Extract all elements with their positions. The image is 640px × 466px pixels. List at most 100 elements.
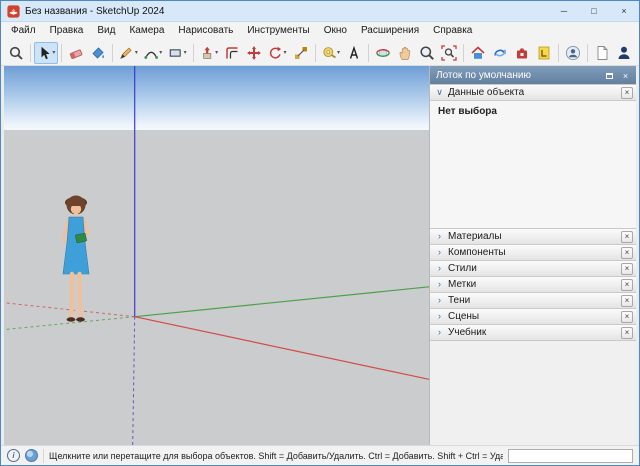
shapes-tool-button[interactable]: ▾ [165, 42, 189, 64]
dropdown-caret-icon[interactable]: ▾ [284, 50, 287, 56]
share-model-icon [492, 45, 508, 61]
text-tool-button[interactable] [343, 42, 365, 64]
menu-item-draw[interactable]: Нарисовать [171, 22, 240, 40]
section-close-button[interactable]: × [621, 263, 633, 275]
menu-item-view[interactable]: Вид [90, 22, 122, 40]
rectangle-icon [168, 45, 182, 61]
section-close-button[interactable]: × [621, 231, 633, 243]
line-tool-button[interactable]: ▾ [116, 42, 140, 64]
toolbar-separator [368, 44, 369, 62]
search-tool-button[interactable] [5, 42, 27, 64]
orbit-tool-button[interactable] [372, 42, 394, 64]
toolbar-separator [463, 44, 464, 62]
scale-figure-person[interactable] [52, 194, 100, 334]
tape-measure-tool-button[interactable]: ▾ [319, 42, 343, 64]
pan-tool-button[interactable] [394, 42, 416, 64]
rotate-tool-button[interactable]: ▾ [265, 42, 289, 64]
info-icon[interactable]: i [7, 449, 20, 462]
modeling-viewport[interactable] [4, 66, 429, 445]
section-header-instructor[interactable]: › Учебник × [430, 324, 636, 341]
section-label: Компоненты [448, 247, 617, 258]
tray-dock-button[interactable] [602, 68, 617, 83]
geolocation-icon[interactable] [25, 449, 38, 462]
3d-warehouse-icon [470, 45, 486, 61]
scale-tool-button[interactable] [290, 42, 312, 64]
chevron-right-icon[interactable]: › [435, 280, 444, 289]
blue-axis-dotted [133, 317, 135, 445]
section-close-button[interactable]: × [621, 247, 633, 259]
menu-item-tools[interactable]: Инструменты [240, 22, 316, 40]
chevron-right-icon[interactable]: › [435, 296, 444, 305]
chevron-right-icon[interactable]: › [435, 328, 444, 337]
dropdown-caret-icon[interactable]: ▾ [52, 50, 55, 56]
section-header-tags[interactable]: › Метки × [430, 276, 636, 293]
section-header-materials[interactable]: › Материалы × [430, 228, 636, 245]
eraser-tool-button[interactable] [65, 42, 87, 64]
section-close-button[interactable]: × [621, 311, 633, 323]
new-document-icon [594, 45, 610, 61]
section-close-button[interactable]: × [621, 279, 633, 291]
scale-icon [293, 45, 309, 61]
menu-item-edit[interactable]: Правка [43, 22, 91, 40]
section-label: Метки [448, 279, 617, 290]
dropdown-caret-icon[interactable]: ▾ [159, 50, 162, 56]
default-tray: Лоток по умолчанию × ∨ Данные объекта × … [429, 66, 636, 445]
section-header-styles[interactable]: › Стили × [430, 260, 636, 277]
menu-item-camera[interactable]: Камера [122, 22, 171, 40]
offset-tool-button[interactable] [221, 42, 243, 64]
section-close-button[interactable]: × [621, 327, 633, 339]
dropdown-caret-icon[interactable]: ▾ [135, 50, 138, 56]
sketchup-window: Без названия - SketchUp 2024 ─ □ × Файл … [0, 0, 640, 466]
tray-header: Лоток по умолчанию × [430, 66, 636, 85]
arc-tool-button[interactable]: ▾ [141, 42, 165, 64]
account-button[interactable] [613, 42, 635, 64]
minimize-button[interactable]: ─ [549, 1, 579, 21]
green-axis-solid [135, 287, 429, 317]
move-tool-button[interactable] [243, 42, 265, 64]
menu-item-help[interactable]: Справка [426, 22, 479, 40]
section-label: Тени [448, 295, 617, 306]
zoom-extents-tool-button[interactable] [438, 42, 460, 64]
zoom-tool-button[interactable] [416, 42, 438, 64]
dropdown-caret-icon[interactable]: ▾ [337, 50, 340, 56]
dropdown-caret-icon[interactable]: ▾ [184, 50, 187, 56]
section-header-components[interactable]: › Компоненты × [430, 244, 636, 261]
push-pull-tool-button[interactable]: ▾ [197, 42, 221, 64]
select-tool-button[interactable]: ▾ [34, 42, 58, 64]
section-header-entity-info[interactable]: ∨ Данные объекта × [430, 84, 636, 101]
menu-item-window[interactable]: Окно [317, 22, 354, 40]
chevron-right-icon[interactable]: › [435, 312, 444, 321]
maximize-button[interactable]: □ [579, 1, 609, 21]
menu-item-file[interactable]: Файл [4, 22, 43, 40]
section-header-shadows[interactable]: › Тени × [430, 292, 636, 309]
section-close-button[interactable]: × [621, 87, 633, 99]
account-person-icon [616, 45, 632, 61]
close-button[interactable]: × [609, 1, 639, 21]
paint-bucket-tool-button[interactable] [87, 42, 109, 64]
section-label: Данные объекта [448, 87, 617, 98]
tape-measure-icon [322, 45, 336, 61]
tray-title: Лоток по умолчанию [436, 70, 601, 81]
dropdown-caret-icon[interactable]: ▾ [215, 50, 218, 56]
sign-in-button[interactable] [562, 42, 584, 64]
share-model-button[interactable] [489, 42, 511, 64]
section-header-scenes[interactable]: › Сцены × [430, 308, 636, 325]
chevron-right-icon[interactable]: › [435, 248, 444, 257]
section-label: Сцены [448, 311, 617, 322]
chevron-right-icon[interactable]: › [435, 232, 444, 241]
send-to-layout-button[interactable] [533, 42, 555, 64]
extension-warehouse-button[interactable] [511, 42, 533, 64]
tray-close-button[interactable]: × [618, 68, 633, 83]
new-document-button[interactable] [591, 42, 613, 64]
titlebar[interactable]: Без названия - SketchUp 2024 ─ □ × [1, 1, 639, 22]
no-selection-text: Нет выбора [438, 106, 628, 117]
red-axis-solid [135, 317, 429, 380]
chevron-right-icon[interactable]: › [435, 264, 444, 273]
move-icon [246, 45, 262, 61]
3d-warehouse-button[interactable] [467, 42, 489, 64]
measurements-input[interactable] [508, 449, 633, 463]
menu-item-extensions[interactable]: Расширения [354, 22, 426, 40]
chevron-down-icon[interactable]: ∨ [435, 88, 444, 97]
toolbar-separator [61, 44, 62, 62]
section-close-button[interactable]: × [621, 295, 633, 307]
